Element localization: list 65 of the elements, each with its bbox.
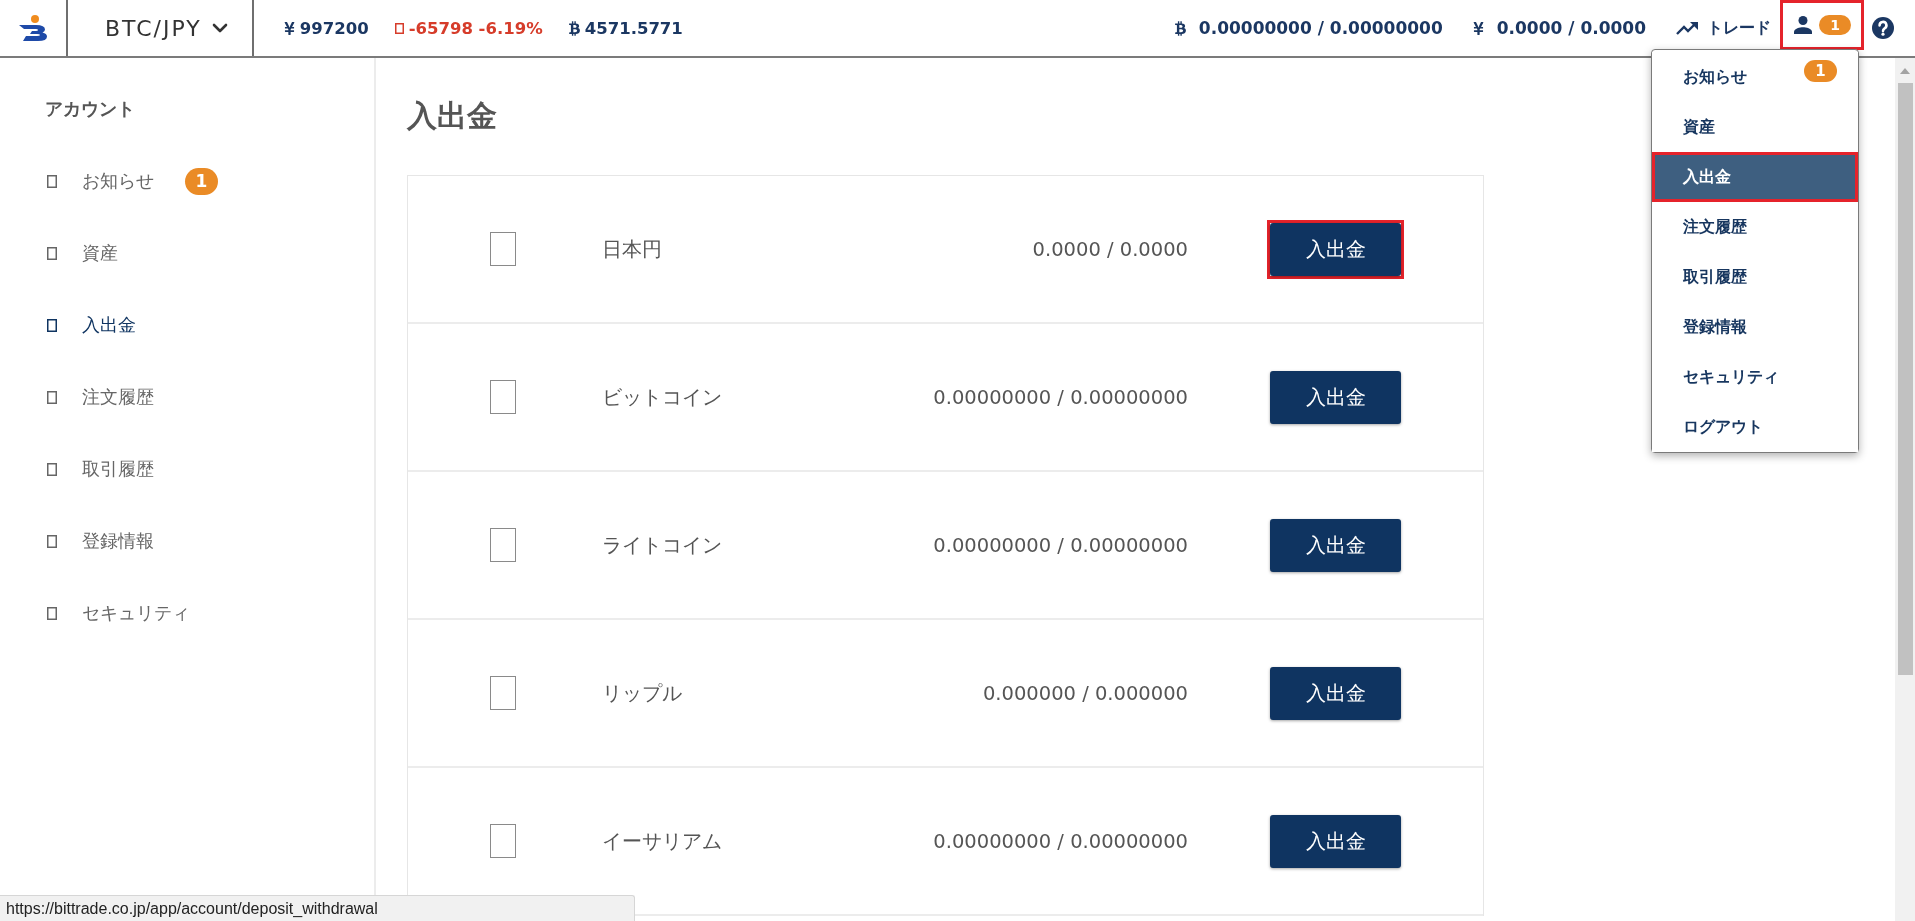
- pair-selector[interactable]: BTC/JPY: [105, 15, 228, 41]
- menu-item[interactable]: 取引履歴: [1652, 252, 1858, 302]
- status-bar-url: https://bittrade.co.jp/app/account/deposit_withdrawal: [0, 895, 635, 921]
- square-icon: [47, 534, 57, 548]
- empty-frame-icon: [490, 380, 516, 414]
- user-icon: [1794, 16, 1812, 34]
- currency-name: ライトコイン: [602, 531, 722, 559]
- balance-amount: 0.00000000 / 0.00000000: [933, 385, 1188, 409]
- currency-name: リップル: [602, 679, 682, 707]
- menu-item[interactable]: セキュリティ: [1652, 352, 1858, 402]
- menu-item[interactable]: 入出金: [1655, 155, 1855, 199]
- balance-value: 0.00000000 / 0.00000000: [1198, 18, 1443, 38]
- help-icon[interactable]: [1872, 17, 1894, 39]
- balance-amount: 0.00000000 / 0.00000000: [933, 533, 1188, 557]
- sidebar-item[interactable]: 資産: [45, 217, 118, 289]
- sidebar-item[interactable]: 入出金: [45, 289, 136, 361]
- trend-up-icon: [1676, 21, 1698, 35]
- menu-item[interactable]: ログアウト: [1652, 402, 1858, 452]
- page-title: 入出金: [407, 97, 497, 134]
- currency-name: イーサリアム: [602, 827, 722, 855]
- menu-item[interactable]: 登録情報: [1652, 302, 1858, 352]
- square-icon: [47, 318, 57, 332]
- notification-badge: 1: [1819, 15, 1851, 35]
- square-icon: [47, 174, 57, 188]
- menu-item[interactable]: 資産: [1652, 102, 1858, 152]
- ticker-value: -65798 -6.19%: [408, 18, 543, 38]
- logo-icon: [17, 15, 49, 41]
- sidebar-item[interactable]: 取引履歴: [45, 433, 154, 505]
- notification-badge: 1: [1804, 60, 1837, 82]
- sidebar-item[interactable]: 登録情報: [45, 505, 154, 577]
- square-icon: [47, 462, 57, 476]
- deposit-button[interactable]: 入出金: [1270, 666, 1401, 720]
- empty-frame-icon: [490, 676, 516, 710]
- menu-item[interactable]: お知らせ 1: [1652, 52, 1858, 102]
- menu-item[interactable]: 注文履歴: [1652, 202, 1858, 252]
- empty-frame-icon: [490, 232, 516, 266]
- deposit-button[interactable]: 入出金: [1270, 814, 1401, 868]
- scrollbar-thumb[interactable]: [1897, 83, 1913, 675]
- balance-value: 0.0000 / 0.0000: [1496, 18, 1646, 38]
- trade-link[interactable]: トレード: [1676, 17, 1771, 39]
- ticker-value: 4571.5771: [584, 18, 683, 38]
- empty-frame-icon: [490, 528, 516, 562]
- chevron-down-icon: [211, 23, 228, 33]
- empty-frame-icon: [490, 824, 516, 858]
- currency-name: 日本円: [602, 235, 662, 263]
- balance-amount: 0.0000 / 0.0000: [1032, 237, 1188, 261]
- balance-amount: 0.000000 / 0.000000: [982, 681, 1188, 705]
- deposit-button[interactable]: 入出金: [1270, 518, 1401, 572]
- deposit-button[interactable]: 入出金: [1270, 222, 1401, 276]
- ticker-value: 997200: [299, 18, 369, 38]
- currency-name: ビットコイン: [602, 383, 722, 411]
- square-icon: [47, 606, 57, 620]
- sidebar-title: アカウント: [45, 97, 135, 121]
- balance-amount: 0.00000000 / 0.00000000: [933, 829, 1188, 853]
- square-icon: [47, 390, 57, 404]
- sidebar-item[interactable]: セキュリティ: [45, 577, 190, 649]
- scrollbar-track[interactable]: [1895, 58, 1915, 921]
- scroll-up-arrow-icon[interactable]: [1900, 67, 1910, 74]
- deposit-button[interactable]: 入出金: [1270, 370, 1401, 424]
- sidebar-item[interactable]: お知らせ 1: [45, 145, 218, 217]
- yen-icon: [1472, 20, 1484, 36]
- sidebar-item[interactable]: 注文履歴: [45, 361, 154, 433]
- notification-badge: 1: [185, 167, 218, 195]
- square-icon: [47, 246, 57, 260]
- bitcoin-icon: [1174, 20, 1186, 36]
